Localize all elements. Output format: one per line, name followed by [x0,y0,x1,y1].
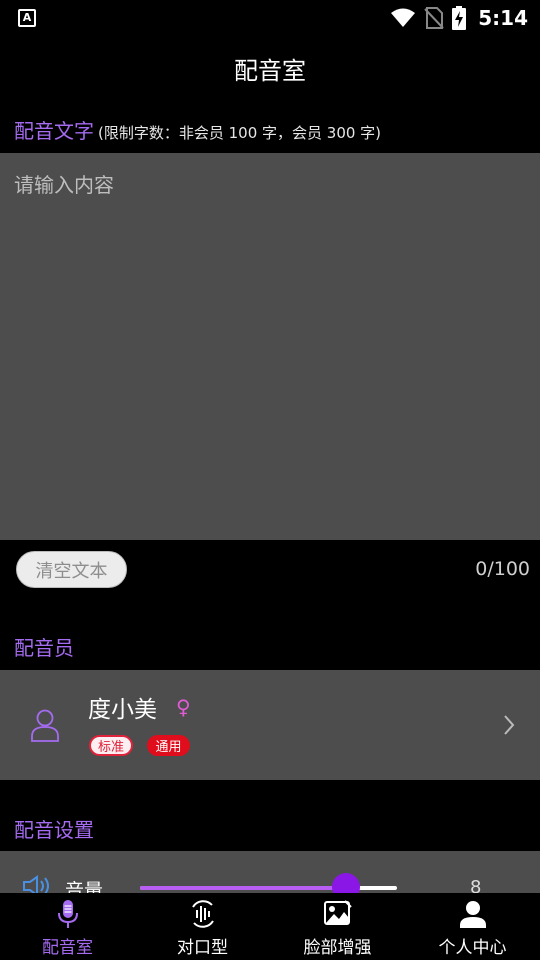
volume-slider-fill [140,886,346,890]
clear-text-button[interactable]: 清空文本 [16,551,127,588]
status-icons: 5:14 [390,5,528,31]
nav-label: 配音室 [42,938,93,958]
battery-charging-icon [452,6,467,30]
no-sim-icon [424,7,444,29]
dubbing-settings-card: 音量 8 [0,851,540,893]
nav-face-enhance[interactable]: 脸部增强 [270,893,405,960]
user-outline-icon [31,709,59,742]
dubbing-settings-label: 配音设置 [14,818,94,842]
volume-label: 音量 [65,880,104,893]
bottom-nav: 配音室 对口型 脸部增强 个人中心 [0,893,540,960]
female-icon: ♀ [176,695,191,719]
person-icon [459,901,486,928]
notification-app-icon: A [18,9,36,27]
dubbing-text-label: 配音文字 (限制字数：非会员 100 字，会员 300 字) [14,115,381,144]
nav-profile[interactable]: 个人中心 [405,893,540,960]
text-input-placeholder: 请输入内容 [14,173,114,197]
nav-label: 对口型 [177,938,228,958]
voice-actor-label: 配音员 [14,636,74,660]
face-enhance-icon [323,900,352,925]
status-bar: A 5:14 [0,0,540,36]
app-header: 配音室 [0,36,540,100]
voice-actor-card[interactable]: 度小美 ♀ 标准 通用 [0,670,540,780]
page-title: 配音室 [234,56,306,85]
volume-value: 8 [470,877,482,893]
microphone-icon [57,900,78,928]
dubbing-text-title: 配音文字 [14,119,94,143]
nav-label: 个人中心 [438,938,507,958]
nav-label: 脸部增强 [303,938,372,958]
char-limit-hint: (限制字数：非会员 100 字，会员 300 字) [98,124,382,142]
dubbing-text-input[interactable]: 请输入内容 [0,153,540,540]
voice-actor-name: 度小美 [88,697,157,723]
volume-icon [23,875,49,893]
wifi-icon [391,8,416,27]
tag-general: 通用 [147,735,190,756]
nav-dubbing-room[interactable]: 配音室 [0,893,135,960]
lip-sync-icon [191,900,214,928]
tag-standard: 标准 [89,735,133,756]
volume-slider-handle[interactable] [331,873,360,893]
clock: 5:14 [478,6,528,30]
chevron-right-icon [504,715,515,735]
nav-lip-sync[interactable]: 对口型 [135,893,270,960]
char-count: 0/100 [475,558,530,580]
